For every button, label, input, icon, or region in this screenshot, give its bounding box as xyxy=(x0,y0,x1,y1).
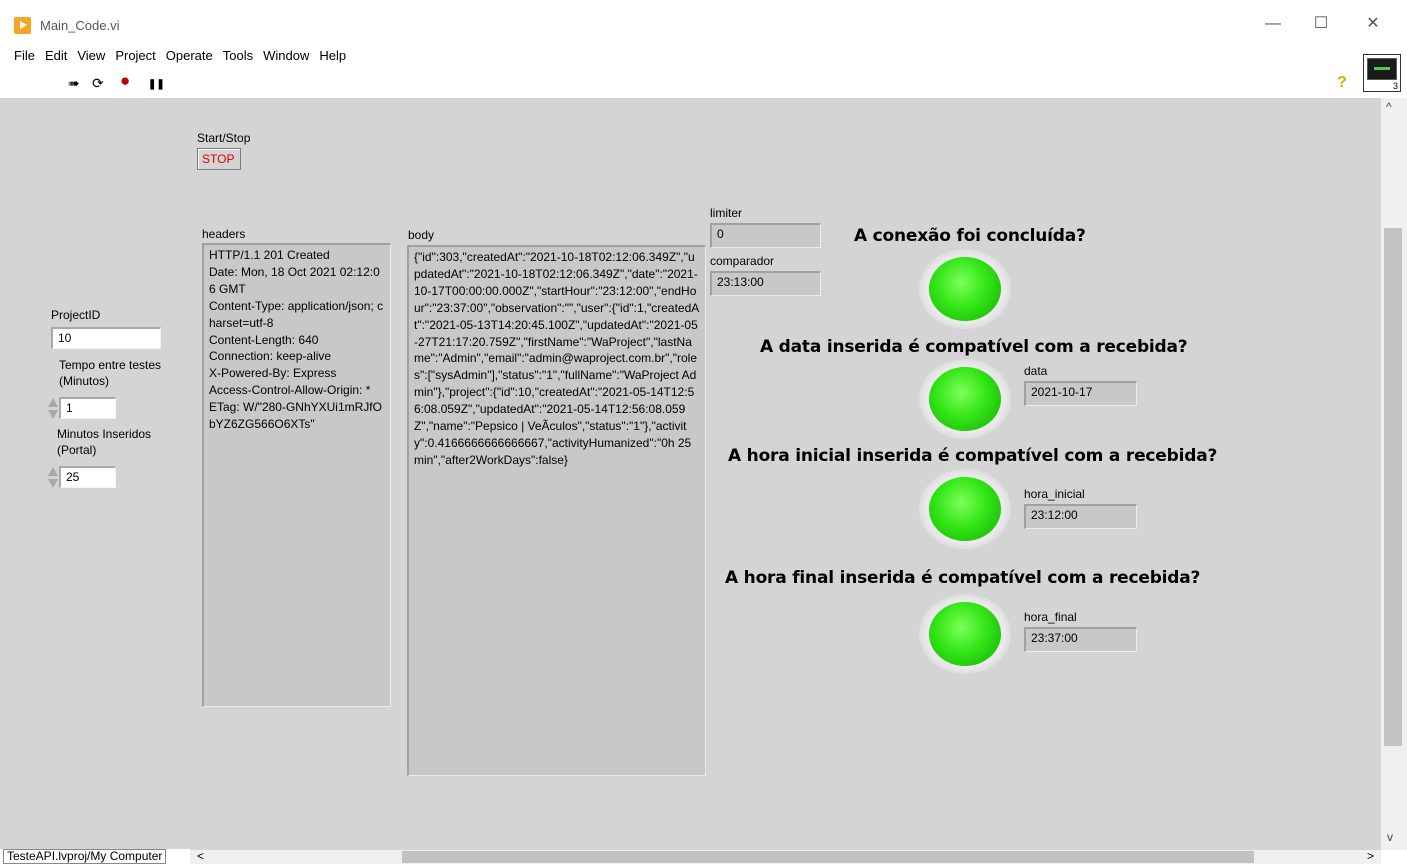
data-indicator: 2021-10-17 xyxy=(1024,381,1137,406)
menu-file[interactable]: File xyxy=(9,46,40,66)
vi-icon-number: 3 xyxy=(1392,81,1398,91)
comparador-indicator: 23:13:00 xyxy=(710,271,821,296)
body-indicator: {"id":303,"createdAt":"2021-10-18T02:12:… xyxy=(407,245,706,776)
scroll-left-arrow-icon[interactable]: < xyxy=(197,849,204,863)
tempo-increment-decrement-arrows[interactable] xyxy=(47,396,58,422)
labview-app-icon xyxy=(14,17,31,34)
maximize-button[interactable]: ☐ xyxy=(1298,12,1344,36)
project-context-label: TesteAPI.lvproj/My Computer xyxy=(3,849,167,864)
connection-question-label: A conexão foi concluída? xyxy=(854,226,1086,246)
menu-help[interactable]: Help xyxy=(314,46,351,66)
end-hour-led xyxy=(919,594,1011,674)
menu-project[interactable]: Project xyxy=(110,46,160,66)
limiter-indicator: 0 xyxy=(710,223,821,248)
toolbar xyxy=(0,70,1407,96)
tempo-entre-testes-input[interactable]: 1 xyxy=(59,397,116,419)
headers-label: headers xyxy=(202,227,246,241)
menu-edit[interactable]: Edit xyxy=(40,46,72,66)
context-help-icon[interactable]: ? xyxy=(1337,74,1347,92)
menu-operate[interactable]: Operate xyxy=(161,46,218,66)
menu-tools[interactable]: Tools xyxy=(218,46,258,66)
tempo-entre-testes-label: Tempo entre testes (Minutos) xyxy=(59,358,162,388)
scroll-down-arrow-icon[interactable]: v xyxy=(1387,830,1393,844)
hora-inicial-indicator: 23:12:00 xyxy=(1024,504,1137,529)
comparador-label: comparador xyxy=(710,254,775,268)
minimize-button[interactable]: — xyxy=(1250,12,1296,36)
scroll-up-arrow-icon[interactable]: ^ xyxy=(1386,100,1392,114)
run-continuously-icon[interactable]: ⟳ xyxy=(92,74,104,92)
vi-connector-icon: 3 xyxy=(1363,54,1401,92)
project-id-input[interactable]: 10 xyxy=(51,327,161,349)
start-stop-label: Start/Stop xyxy=(197,131,251,145)
start-hour-led xyxy=(919,469,1011,549)
date-question-label: A data inserida é compatível com a receb… xyxy=(760,337,1188,357)
data-label: data xyxy=(1024,364,1048,378)
menu-bar: File Edit View Project Operate Tools Window Hel… xyxy=(9,46,351,68)
hora-final-label: hora_final xyxy=(1024,610,1077,624)
run-arrow-icon[interactable]: ➠ xyxy=(68,74,80,92)
hora-final-indicator: 23:37:00 xyxy=(1024,627,1137,652)
date-led xyxy=(919,359,1011,439)
close-button[interactable]: ✕ xyxy=(1350,12,1396,36)
stop-button-label: STOP xyxy=(202,152,235,166)
minutos-inseridos-input[interactable]: 25 xyxy=(59,466,116,488)
limiter-label: limiter xyxy=(710,206,742,220)
pause-icon[interactable]: ❚❚ xyxy=(148,76,165,94)
menu-view[interactable]: View xyxy=(72,46,110,66)
headers-indicator: HTTP/1.1 201 Created Date: Mon, 18 Oct 2… xyxy=(202,243,391,707)
vertical-scrollbar-thumb[interactable] xyxy=(1384,228,1402,746)
body-label: body xyxy=(408,228,435,242)
connection-led xyxy=(919,249,1011,329)
minutos-increment-decrement-arrows[interactable] xyxy=(47,465,58,491)
abort-execution-icon[interactable]: ● xyxy=(120,72,130,90)
menu-window[interactable]: Window xyxy=(258,46,314,66)
stop-button[interactable]: STOP xyxy=(197,148,241,170)
minutos-inseridos-label: Minutos Inseridos (Portal) xyxy=(57,427,152,457)
hora-inicial-label: hora_inicial xyxy=(1024,487,1085,501)
title-bar xyxy=(0,0,1407,44)
end-hour-question-label: A hora final inserida é compatível com a… xyxy=(725,568,1201,588)
window-title: Main_Code.vi xyxy=(40,18,120,33)
project-id-label: ProjectID xyxy=(51,308,101,322)
horizontal-scrollbar-thumb[interactable] xyxy=(402,851,1254,863)
start-hour-question-label: A hora inicial inserida é compatível com… xyxy=(728,446,1218,466)
scroll-right-arrow-icon[interactable]: > xyxy=(1367,849,1374,863)
